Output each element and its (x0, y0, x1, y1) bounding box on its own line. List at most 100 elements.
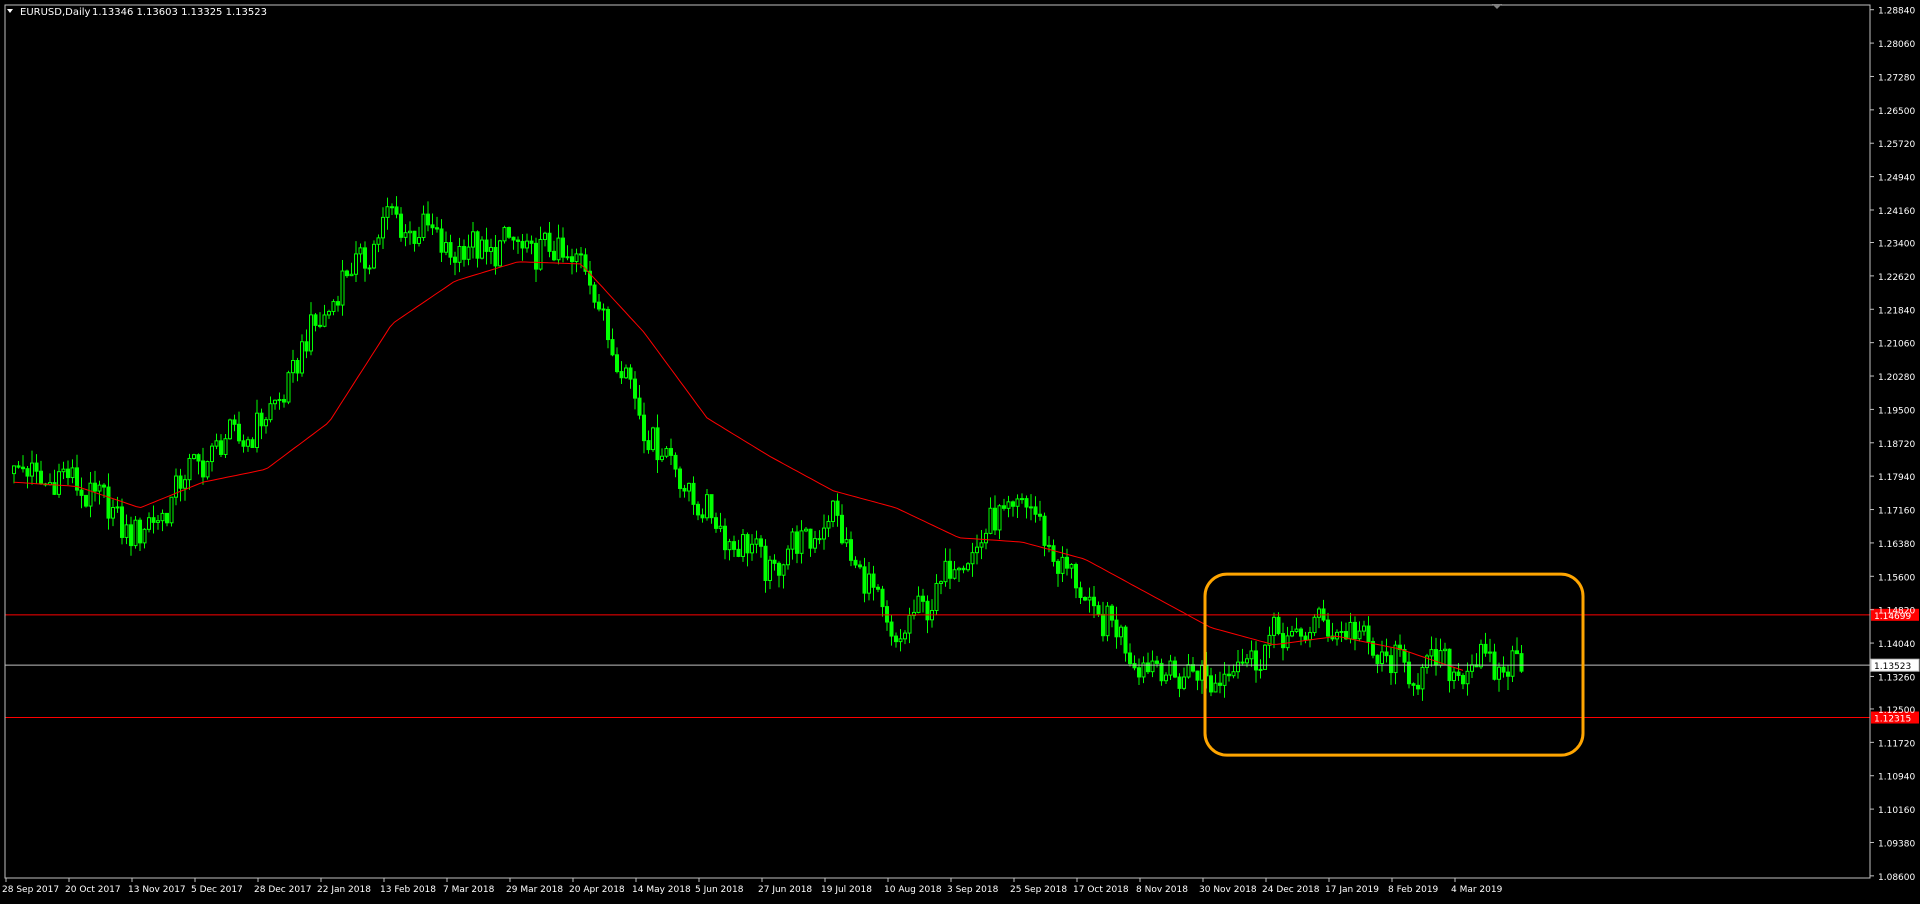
candle-body (1015, 498, 1020, 507)
x-tick-label: 4 Mar 2019 (1451, 885, 1503, 895)
candle-body (741, 534, 745, 557)
candle-body (417, 237, 421, 244)
candle-body (1177, 676, 1182, 689)
candle-body (813, 538, 817, 549)
candlestick-chart[interactable]: 1.146991.123151.13523 1.288401.280601.27… (0, 0, 1920, 900)
x-tick-label: 17 Oct 2018 (1073, 885, 1129, 895)
candle-body (1254, 650, 1258, 671)
candle-body (997, 505, 1002, 531)
candle-body (259, 412, 264, 427)
candle-body (304, 341, 309, 352)
x-tick-label: 27 Jun 2018 (758, 885, 812, 895)
candle-body (1362, 625, 1366, 632)
candle-body (651, 427, 655, 451)
candle-body (322, 314, 327, 327)
candle-body (642, 414, 646, 442)
candle-body (1452, 671, 1456, 682)
candle-body (120, 506, 124, 538)
candle-body (484, 239, 489, 252)
candle-body (232, 419, 237, 425)
candle-body (93, 482, 97, 492)
candle-body (1470, 664, 1474, 672)
candle-body (1236, 661, 1240, 673)
candle-body (1222, 673, 1227, 686)
candle-body (1281, 633, 1285, 649)
candle-body (273, 399, 277, 405)
candle-body (16, 465, 21, 468)
candle-body (1096, 605, 1101, 615)
candle-body (768, 559, 772, 581)
y-tick-label: 1.22620 (1878, 273, 1915, 283)
candle-body (795, 531, 799, 554)
candle-body (745, 534, 750, 554)
candle-body (61, 468, 66, 473)
candle-body (601, 308, 606, 311)
candle-body (579, 253, 583, 256)
candle-body (1366, 625, 1371, 643)
candle-body (1110, 605, 1114, 621)
candle-body (889, 621, 894, 637)
candle-body (1411, 683, 1416, 686)
candle-body (246, 439, 250, 447)
candle-body (556, 237, 561, 261)
candle-body (1186, 664, 1191, 678)
candle-body (1434, 649, 1438, 666)
x-tick-label: 7 Mar 2018 (443, 885, 495, 895)
candle-body (984, 532, 988, 544)
candle-body (565, 256, 570, 259)
candle-body (1020, 498, 1024, 501)
y-tick-label: 1.27280 (1878, 73, 1915, 83)
chart-window[interactable]: 1.14699 1.12315 1.13523 1.28840 1.28060 1.27… (0, 0, 1920, 900)
candle-body (1515, 650, 1519, 655)
candle-body (1357, 630, 1362, 640)
candle-body (615, 354, 619, 373)
candle-body (552, 250, 556, 261)
candle-body (862, 566, 867, 594)
candle-body (138, 519, 142, 544)
candle-body (898, 638, 903, 643)
candle-body (1011, 501, 1015, 507)
y-tick-label: 1.21060 (1878, 340, 1915, 350)
candle-body (907, 614, 912, 634)
candle-body (111, 506, 115, 519)
candle-body (160, 512, 165, 522)
x-tick-label: 5 Jun 2018 (695, 885, 744, 895)
candle-body (367, 267, 372, 270)
candle-body (1195, 670, 1200, 681)
candle-body (1348, 621, 1353, 640)
x-tick-label: 30 Nov 2018 (1199, 885, 1257, 895)
candle-body (394, 206, 399, 215)
candle-body (700, 514, 705, 519)
candle-body (750, 543, 754, 554)
candle-body (147, 517, 151, 530)
candle-body (1087, 596, 1092, 601)
candle-body (228, 419, 232, 440)
candle-body (466, 246, 471, 260)
candle-body (1380, 651, 1384, 665)
candle-body (1308, 632, 1312, 641)
candle-body (354, 253, 358, 275)
candle-body (210, 445, 214, 463)
candle-body (903, 632, 907, 640)
y-tick-label: 1.24160 (1878, 207, 1915, 217)
candle-body (1092, 596, 1096, 607)
x-tick-label: 8 Nov 2018 (1136, 885, 1188, 895)
candle-body (295, 360, 300, 374)
y-tick-label: 1.18720 (1878, 440, 1915, 450)
candle-body (340, 270, 345, 306)
candle-body (1488, 651, 1492, 654)
candle-body (808, 528, 813, 549)
candle-body (988, 507, 993, 534)
x-tick-label: 24 Dec 2018 (1262, 885, 1320, 895)
candle-body (1384, 651, 1389, 657)
candle-body (489, 246, 493, 252)
candle-body (448, 242, 453, 258)
candle-body (84, 494, 88, 507)
candle-body (156, 520, 160, 523)
chart-header: EURUSD,Daily 1.13346 1.13603 1.13325 1.1… (7, 7, 267, 18)
y-tick-label: 1.09380 (1878, 839, 1915, 849)
candle-body (844, 539, 849, 544)
ohlc-readout: 1.13346 1.13603 1.13325 1.13523 (92, 7, 267, 18)
candle-body (336, 301, 340, 306)
candle-body (696, 503, 700, 516)
